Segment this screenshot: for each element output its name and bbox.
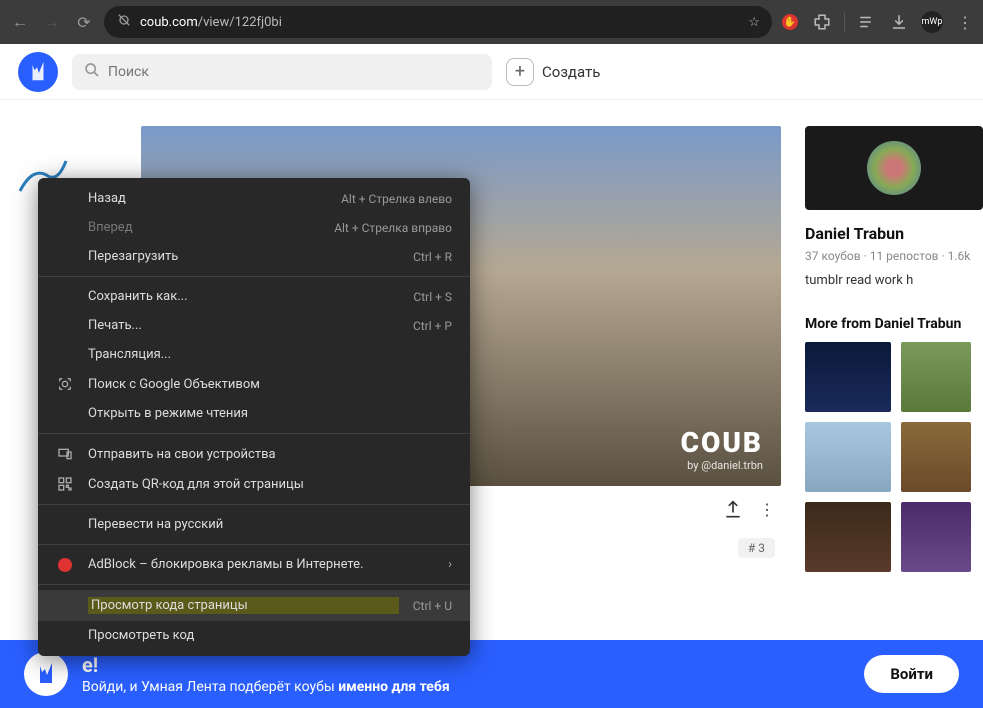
adblock-icon: [56, 558, 74, 572]
menu-item-label: Печать...: [88, 318, 399, 333]
create-button[interactable]: + Создать: [506, 58, 600, 86]
coub-logo[interactable]: [18, 52, 58, 92]
menu-item-label: Сохранить как...: [88, 289, 399, 304]
extensions-icon[interactable]: [812, 12, 832, 32]
url-bar[interactable]: coub.com/view/122fj0bi ☆: [104, 6, 772, 38]
banner-subtitle: Войди, и Умная Лента подберёт коубы имен…: [82, 679, 850, 695]
context-menu-item[interactable]: Печать... Ctrl + P: [38, 311, 470, 340]
reload-button[interactable]: ⟳: [72, 10, 96, 34]
menu-item-label: Просмотр кода страницы: [88, 597, 399, 614]
qr-icon: [56, 476, 74, 492]
url-domain: coub.com: [140, 15, 198, 30]
menu-item-shortcut: Ctrl + R: [413, 250, 452, 264]
channel-name[interactable]: Daniel Trabun: [805, 224, 983, 243]
video-thumbnail[interactable]: [805, 502, 891, 572]
menu-item-label: Трансляция...: [88, 347, 438, 362]
site-header: + Создать: [0, 44, 983, 100]
menu-icon[interactable]: ⋮: [955, 12, 975, 32]
menu-item-label: Отправить на свои устройства: [88, 447, 438, 462]
more-icon[interactable]: ⋮: [759, 500, 775, 524]
context-menu-item[interactable]: Просмотреть код: [38, 621, 470, 650]
menu-item-label: Назад: [88, 191, 327, 206]
media-icon[interactable]: [857, 12, 877, 32]
video-watermark: COUB by @daniel.trbn: [681, 426, 763, 472]
url-path: /view/122fj0bi: [198, 15, 282, 30]
menu-item-label: Поиск с Google Объективом: [88, 377, 438, 392]
video-thumbnail[interactable]: [805, 342, 891, 412]
banner-logo-icon: [24, 652, 68, 696]
channel-banner[interactable]: [805, 126, 983, 210]
forward-button[interactable]: →: [40, 10, 64, 34]
menu-item-label: Вперед: [88, 220, 320, 235]
share-icon[interactable]: [723, 500, 743, 524]
bookmark-icon[interactable]: ☆: [748, 15, 760, 30]
context-menu-item[interactable]: Просмотр кода страницы Ctrl + U: [38, 590, 470, 621]
context-menu-item[interactable]: Перезагрузить Ctrl + R: [38, 242, 470, 271]
context-menu-item[interactable]: Трансляция...: [38, 340, 470, 369]
banner-title: e!: [82, 653, 850, 677]
menu-item-label: Открыть в режиме чтения: [88, 406, 438, 421]
video-thumbnail[interactable]: [901, 342, 971, 412]
context-menu: Назад Alt + Стрелка влево Вперед Alt + Стре…: [38, 178, 470, 656]
menu-item-label: Перезагрузить: [88, 249, 399, 264]
video-thumbnail[interactable]: [805, 422, 891, 492]
context-menu-item[interactable]: Перевести на русский: [38, 510, 470, 539]
menu-item-label: Создать QR-код для этой страницы: [88, 477, 438, 492]
more-from-title: More from Daniel Trabun: [805, 316, 983, 332]
menu-item-label: Просмотреть код: [88, 628, 438, 643]
menu-item-label: Перевести на русский: [88, 517, 438, 532]
menu-item-label: AdBlock – блокировка рекламы в Интернете…: [88, 557, 434, 572]
menu-item-shortcut: Alt + Стрелка вправо: [334, 221, 452, 235]
context-menu-item[interactable]: Вперед Alt + Стрелка вправо: [38, 213, 470, 242]
search-box[interactable]: [72, 54, 492, 90]
channel-avatar: [867, 141, 921, 195]
menu-item-shortcut: Ctrl + P: [413, 319, 452, 333]
context-menu-item[interactable]: Поиск с Google Объективом: [38, 369, 470, 399]
channel-stats: 37 коубов · 11 репостов · 1.6k: [805, 249, 983, 263]
video-thumbnail[interactable]: [901, 502, 971, 572]
menu-item-shortcut: Alt + Стрелка влево: [341, 192, 452, 206]
site-info-icon[interactable]: [116, 12, 132, 32]
video-thumbnail[interactable]: [901, 422, 971, 492]
plus-icon: +: [506, 58, 534, 86]
context-menu-item[interactable]: Отправить на свои устройства: [38, 439, 470, 469]
thumbnail-grid: [805, 342, 983, 572]
context-menu-item[interactable]: Назад Alt + Стрелка влево: [38, 184, 470, 213]
context-menu-item[interactable]: Открыть в режиме чтения: [38, 399, 470, 428]
back-button[interactable]: ←: [8, 10, 32, 34]
lens-icon: [56, 376, 74, 392]
login-button[interactable]: Войти: [864, 655, 959, 693]
downloads-icon[interactable]: [889, 12, 909, 32]
menu-item-shortcut: Ctrl + U: [413, 599, 452, 613]
search-icon: [84, 62, 100, 82]
context-menu-item[interactable]: AdBlock – блокировка рекламы в Интернете…: [38, 550, 470, 579]
menu-item-shortcut: Ctrl + S: [413, 290, 452, 304]
tag-item[interactable]: # 3: [738, 538, 775, 558]
context-menu-item[interactable]: Создать QR-код для этой страницы: [38, 469, 470, 499]
search-input[interactable]: [108, 64, 480, 80]
context-menu-item[interactable]: Сохранить как... Ctrl + S: [38, 282, 470, 311]
browser-toolbar: ← → ⟳ coub.com/view/122fj0bi ☆ ✋ mWp ⋮: [0, 0, 983, 44]
adblock-extension-icon[interactable]: ✋: [780, 12, 800, 32]
devices-icon: [56, 446, 74, 462]
profile-avatar[interactable]: mWp: [921, 11, 943, 33]
channel-bio: tumblr read work h: [805, 273, 983, 288]
chevron-right-icon: ›: [448, 557, 452, 572]
